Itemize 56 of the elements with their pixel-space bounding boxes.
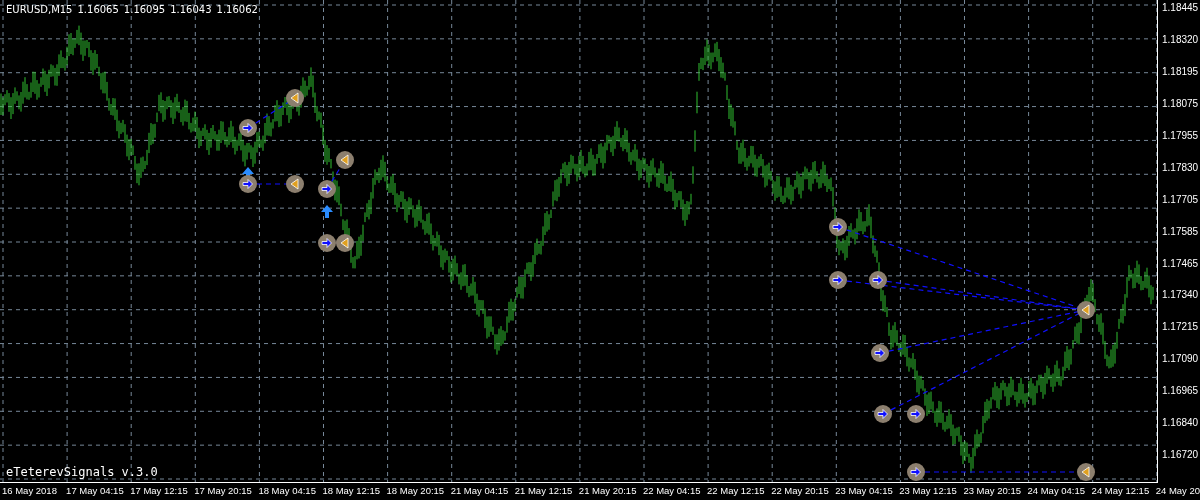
- indicator-label: eTeterevSignals v.3.0: [6, 465, 158, 479]
- buy-signal-icon: [829, 218, 847, 236]
- price-label: 1.18320: [1162, 34, 1199, 45]
- time-label: 23 May 20:15: [963, 485, 1021, 496]
- buy-signal-icon: [318, 180, 336, 198]
- time-label: 18 May 20:15: [386, 485, 445, 496]
- time-label: 21 May 04:15: [450, 485, 509, 496]
- buy-signal-icon: [871, 344, 889, 362]
- time-label: 17 May 12:15: [130, 485, 188, 496]
- time-label: 24 May 04:15: [1027, 485, 1086, 496]
- buy-signal-icon: [907, 405, 925, 423]
- price-label: 1.16840: [1162, 418, 1199, 429]
- symbol-label: EURUSD,M15: [6, 4, 73, 15]
- sell-signal-icon: [336, 151, 354, 169]
- sell-signal-icon: [286, 175, 304, 193]
- sell-signal-icon: [1077, 301, 1095, 319]
- time-label: 22 May 04:15: [642, 485, 701, 496]
- time-label: 24 May 20: [1155, 485, 1200, 496]
- price-label: 1.17705: [1162, 194, 1199, 205]
- buy-signal-icon: [318, 234, 336, 252]
- quote-value: 1.16062: [216, 4, 258, 15]
- time-label: 17 May 04:15: [66, 485, 124, 496]
- quote-value: 1.16065: [77, 4, 119, 15]
- quote-value: 1.16043: [170, 4, 212, 15]
- time-label: 23 May 12:15: [899, 485, 957, 496]
- quote-value: 1.16095: [123, 4, 166, 15]
- time-label: 18 May 04:15: [258, 485, 316, 496]
- buy-signal-icon: [869, 271, 887, 289]
- time-label: 16 May 2018: [2, 485, 57, 496]
- price-label: 1.17090: [1162, 354, 1199, 365]
- price-label: 1.16720: [1162, 450, 1199, 461]
- price-label: 1.17340: [1162, 290, 1199, 301]
- time-label: 17 May 20:15: [194, 485, 252, 496]
- buy-signal-icon: [874, 405, 892, 423]
- sell-signal-icon: [286, 89, 304, 107]
- time-label: 22 May 12:15: [707, 485, 765, 496]
- price-label: 1.16965: [1162, 386, 1199, 397]
- time-label: 22 May 20:15: [771, 485, 829, 496]
- price-label: 1.18075: [1162, 98, 1199, 109]
- time-label: 18 May 12:15: [322, 485, 381, 496]
- price-label: 1.17585: [1162, 226, 1199, 237]
- buy-signal-icon: [239, 175, 257, 193]
- sell-signal-icon: [336, 234, 354, 252]
- price-label: 1.17830: [1162, 162, 1199, 173]
- buy-signal-icon: [239, 119, 257, 137]
- price-label: 1.18445: [1162, 3, 1199, 13]
- price-label: 1.17215: [1162, 322, 1199, 333]
- up-arrow-icon: [321, 205, 333, 218]
- time-label: 23 May 04:15: [835, 485, 893, 496]
- price-label: 1.17955: [1162, 130, 1199, 141]
- time-label: 24 May 12:15: [1091, 485, 1150, 496]
- price-label: 1.18195: [1162, 66, 1199, 77]
- buy-signal-icon: [829, 271, 847, 289]
- time-label: 21 May 20:15: [578, 485, 637, 496]
- price-label: 1.17465: [1162, 258, 1199, 269]
- time-label: 21 May 12:15: [514, 485, 573, 496]
